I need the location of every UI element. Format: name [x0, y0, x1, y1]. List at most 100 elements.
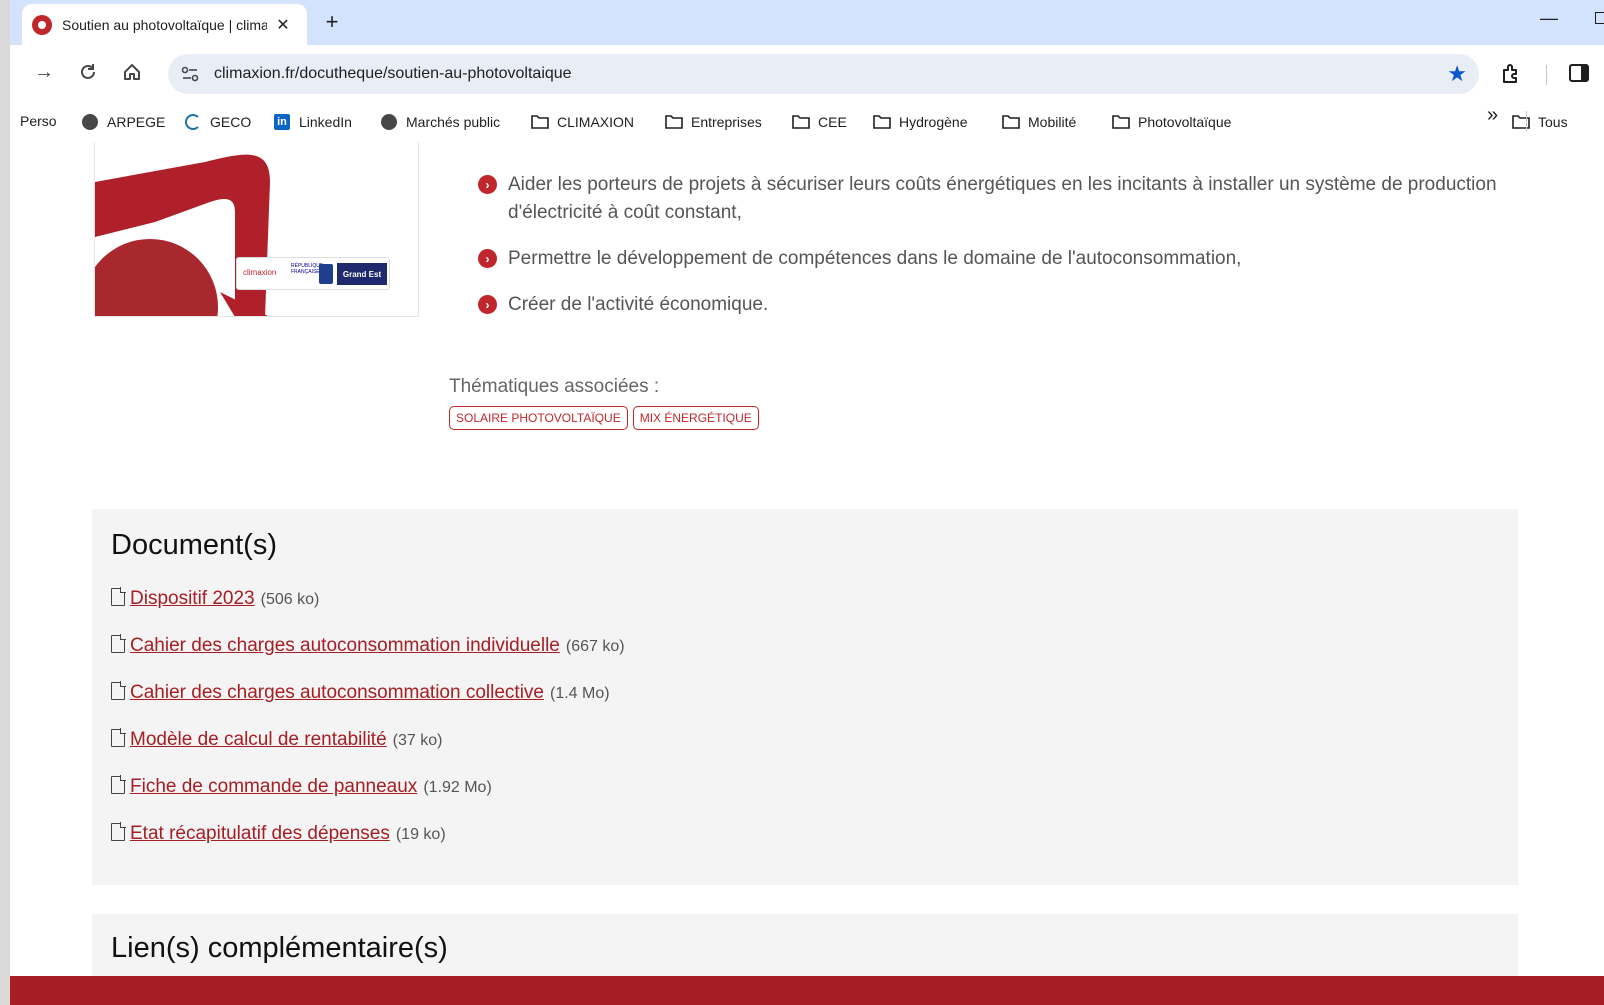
bookmark-label: CEE: [818, 114, 847, 130]
document-link[interactable]: Cahier des charges autoconsommation indi…: [130, 635, 560, 657]
republique-logo: RÉPUBLIQUE FRANÇAISE: [291, 263, 324, 275]
bookmark-star-icon[interactable]: ★: [1447, 61, 1467, 87]
bookmarks-divider: [1526, 111, 1527, 131]
folder-icon: [792, 113, 810, 131]
file-size: (37 ko): [392, 732, 443, 749]
tag-mix-energetique[interactable]: MIX ÉNERGÉTIQUE: [632, 406, 759, 430]
list-item: Fiche de commande de panneaux (1.92 Mo): [111, 774, 625, 821]
partner-logos: climaxion RÉPUBLIQUE FRANÇAISE Grand Est: [236, 257, 390, 290]
file-size: (19 ko): [395, 826, 446, 843]
bookmark-folder-entreprises[interactable]: Entreprises: [665, 113, 762, 131]
bookmark-label: Tous: [1538, 114, 1568, 130]
chevron-right-icon: ›: [478, 249, 497, 268]
bookmark-geco[interactable]: GECO: [184, 113, 251, 131]
url-text[interactable]: climaxion.fr/docutheque/soutien-au-photo…: [214, 65, 572, 83]
toolbar-divider: [1546, 65, 1547, 85]
links-heading: Lien(s) complémentaire(s): [111, 932, 448, 964]
bookmark-perso[interactable]: Perso: [20, 113, 57, 129]
file-icon: [111, 681, 126, 700]
bookmark-label: Entreprises: [691, 114, 762, 130]
folder-icon: [1512, 113, 1530, 131]
list-item: Etat récapitulatif des dépenses (19 ko): [111, 821, 625, 868]
file-size: (506 ko): [260, 591, 320, 608]
folder-icon: [1112, 113, 1130, 131]
globe-icon: [380, 113, 398, 131]
bookmark-folder-mobilite[interactable]: Mobilité: [1002, 113, 1076, 131]
home-icon[interactable]: [118, 58, 146, 86]
bookmark-label: ARPEGE: [107, 114, 166, 130]
bookmark-folder-photovoltaique[interactable]: Photovoltaïque: [1112, 113, 1231, 131]
climaxion-favicon-icon: [32, 14, 52, 35]
folder-icon: [665, 113, 683, 131]
file-icon: [111, 634, 126, 653]
tab-strip: Soutien au photovoltaïque | climaxion ✕ …: [0, 0, 1604, 45]
document-link[interactable]: Etat récapitulatif des dépenses: [130, 823, 390, 845]
bookmark-folder-tous[interactable]: Tous: [1512, 113, 1568, 131]
list-item: Cahier des charges autoconsommation indi…: [111, 633, 625, 680]
tag-solaire-photovoltaique[interactable]: SOLAIRE PHOTOVOLTAÏQUE: [449, 406, 628, 430]
close-tab-icon[interactable]: ✕: [275, 15, 291, 35]
folder-icon: [873, 113, 891, 131]
bookmark-arpege[interactable]: ARPEGE: [81, 113, 165, 131]
bullet-text: Aider les porteurs de projets à sécurise…: [508, 174, 1497, 223]
site-info-icon[interactable]: [180, 64, 200, 84]
documents-list: Dispositif 2023 (506 ko) Cahier des charg…: [111, 586, 625, 868]
climaxion-graphic: [95, 154, 270, 316]
folder-icon: [531, 113, 549, 131]
list-item: › Créer de l'activité économique.: [478, 291, 1578, 319]
new-tab-button[interactable]: +: [322, 9, 342, 35]
document-link[interactable]: Fiche de commande de panneaux: [130, 776, 417, 798]
bookmark-label: Mobilité: [1028, 114, 1077, 130]
chevron-right-icon: ›: [478, 175, 497, 194]
bookmark-marches-public[interactable]: Marchés public: [380, 113, 500, 131]
bookmark-linkedin[interactable]: in LinkedIn: [273, 113, 352, 131]
list-item: Cahier des charges autoconsommation coll…: [111, 680, 625, 727]
grand-est-logo: Grand Est: [337, 263, 387, 285]
more-bookmarks-chevron-icon[interactable]: »: [1487, 104, 1498, 127]
maximize-icon[interactable]: [1595, 12, 1604, 24]
globe-icon: [81, 113, 99, 131]
browser-toolbar: → climaxion.fr/docutheque/soutien-au-pho…: [0, 45, 1604, 102]
tab-title: Soutien au photovoltaïque | climaxion: [62, 16, 267, 33]
thematiques-tags: SOLAIRE PHOTOVOLTAÏQUE MIX ÉNERGÉTIQUE: [449, 406, 759, 430]
bookmark-label: Photovoltaïque: [1138, 114, 1232, 130]
file-icon: [111, 822, 126, 841]
window-left-edge: [0, 0, 10, 1005]
linkedin-icon: in: [273, 113, 291, 131]
reload-icon[interactable]: [74, 58, 102, 86]
bullet-text: Créer de l'activité économique.: [508, 294, 769, 315]
bookmark-label: Perso: [20, 113, 57, 129]
list-item: Modèle de calcul de rentabilité (37 ko): [111, 727, 625, 774]
document-link[interactable]: Dispositif 2023: [130, 588, 255, 610]
bookmark-label: Marchés public: [406, 114, 501, 130]
extensions-icon[interactable]: [1500, 63, 1522, 85]
document-link[interactable]: Modèle de calcul de rentabilité: [130, 729, 387, 751]
side-panel-icon[interactable]: [1569, 64, 1589, 82]
active-tab[interactable]: Soutien au photovoltaïque | climaxion ✕: [22, 4, 307, 45]
file-size: (1.4 Mo): [550, 685, 610, 702]
objectives-list: › Aider les porteurs de projets à sécuri…: [478, 171, 1578, 337]
list-item: › Permettre le développement de compéten…: [478, 245, 1578, 273]
forward-icon[interactable]: →: [30, 58, 58, 86]
bookmark-folder-hydrogene[interactable]: Hydrogène: [873, 113, 968, 131]
bookmark-label: CLIMAXION: [557, 114, 635, 130]
bookmark-folder-climaxion[interactable]: CLIMAXION: [531, 113, 634, 131]
ademe-logo: [319, 264, 333, 284]
browser-window: Soutien au photovoltaïque | climaxion ✕ …: [0, 0, 1604, 1005]
hero-image: climaxion RÉPUBLIQUE FRANÇAISE Grand Est: [94, 142, 419, 317]
file-size: (667 ko): [565, 638, 625, 655]
address-bar[interactable]: climaxion.fr/docutheque/soutien-au-photo…: [168, 54, 1479, 94]
file-size: (1.92 Mo): [423, 779, 492, 796]
documents-heading: Document(s): [111, 529, 277, 561]
page-viewport: climaxion RÉPUBLIQUE FRANÇAISE Grand Est…: [10, 142, 1604, 1005]
footer-bar: [10, 976, 1604, 1005]
file-icon: [111, 587, 126, 606]
bookmark-label: GECO: [210, 114, 252, 130]
geco-icon: [184, 113, 202, 131]
documents-section: Document(s) Dispositif 2023 (506 ko) Cahi…: [92, 509, 1518, 885]
folder-icon: [1002, 113, 1020, 131]
document-link[interactable]: Cahier des charges autoconsommation coll…: [130, 682, 544, 704]
minimize-icon[interactable]: —: [1540, 8, 1558, 29]
list-item: › Aider les porteurs de projets à sécuri…: [478, 171, 1578, 227]
bookmark-folder-cee[interactable]: CEE: [792, 113, 847, 131]
